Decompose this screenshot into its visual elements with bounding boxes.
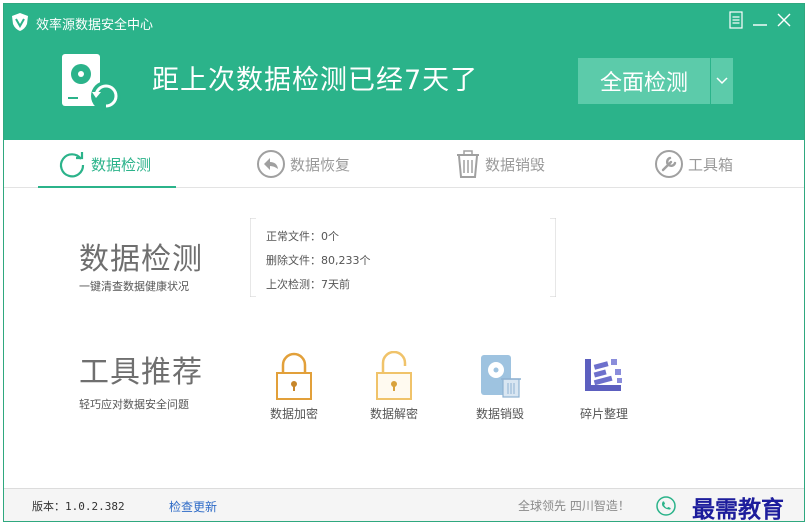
check-update-link[interactable]: 检查更新 [169, 498, 217, 515]
tool-label: 数据销毁 [475, 407, 524, 421]
last-scan-time: 上次检测：7天前 [266, 278, 350, 291]
tools-section-title: 工具推荐 [79, 355, 203, 390]
detect-section-title: 数据检测 [79, 242, 203, 277]
lock-icon [276, 352, 312, 400]
tab-data-check[interactable]: 数据检测 [56, 140, 151, 188]
main-tabs: 数据检测 数据恢复 数据销毁 工具箱 [4, 140, 804, 188]
disk-destroy-icon [481, 355, 521, 398]
window-title: 效率源数据安全中心 [36, 18, 154, 33]
scan-summary-box: 正常文件：0个 删除文件：80,233个 上次检测：7天前 [250, 218, 556, 297]
wrench-icon [655, 150, 683, 178]
tab-data-recovery[interactable]: 数据恢复 [255, 140, 350, 188]
unlock-icon [376, 351, 412, 400]
scan-status-headline: 距上次数据检测已经7天了 [152, 65, 479, 96]
chevron-down-icon [716, 77, 728, 85]
tab-data-destroy[interactable]: 数据销毁 [454, 140, 545, 188]
tool-label: 数据解密 [369, 407, 418, 421]
normal-files-count: 正常文件：0个 [266, 230, 339, 243]
back-arrow-icon [257, 150, 285, 178]
trash-icon [457, 150, 479, 178]
tools-section-subtitle: 轻巧应对数据安全问题 [79, 398, 189, 411]
status-bar: 版本：1.0.2.382 检查更新 全球领先 四川智造！ 最需教育 [4, 488, 804, 522]
hard-disk-refresh-icon [62, 54, 121, 111]
tab-label: 数据检测 [91, 155, 152, 174]
header: 效率源数据安全中心 距上次数据检测已经7天了 全面检测 [4, 4, 804, 140]
tab-label: 数据销毁 [485, 155, 546, 174]
shield-logo-icon [12, 13, 28, 31]
phone-icon[interactable] [656, 496, 676, 516]
app-window: 效率源数据安全中心 距上次数据检测已经7天了 全面检测 数据检测 数据恢复 数据… [3, 3, 805, 522]
tool-destroy[interactable]: 数据销毁 [460, 351, 540, 431]
tool-encrypt[interactable]: 数据加密 [254, 351, 334, 431]
scan-options-dropdown[interactable] [711, 58, 733, 104]
menu-icon[interactable] [726, 10, 746, 30]
tool-defrag[interactable]: 碎片整理 [564, 351, 644, 431]
tab-toolbox[interactable]: 工具箱 [653, 140, 733, 188]
tab-label: 工具箱 [688, 155, 734, 174]
minimize-icon[interactable] [750, 10, 770, 30]
slogan-text: 全球领先 四川智造！ [518, 499, 630, 513]
watermark-text: 最需教育 [692, 496, 784, 522]
tab-label: 数据恢复 [290, 155, 351, 174]
version-label: 版本：1.0.2.382 [32, 500, 125, 513]
defrag-icon [585, 359, 622, 391]
active-tab-indicator [38, 186, 176, 188]
detect-section-subtitle: 一键清查数据健康状况 [79, 280, 189, 293]
tool-decrypt[interactable]: 数据解密 [354, 351, 434, 431]
tool-label: 数据加密 [269, 407, 318, 421]
refresh-circle-icon [59, 152, 85, 178]
full-scan-button[interactable]: 全面检测 [578, 58, 710, 104]
close-icon[interactable] [774, 10, 794, 30]
deleted-files-count: 删除文件：80,233个 [266, 254, 371, 267]
tool-label: 碎片整理 [579, 407, 628, 421]
